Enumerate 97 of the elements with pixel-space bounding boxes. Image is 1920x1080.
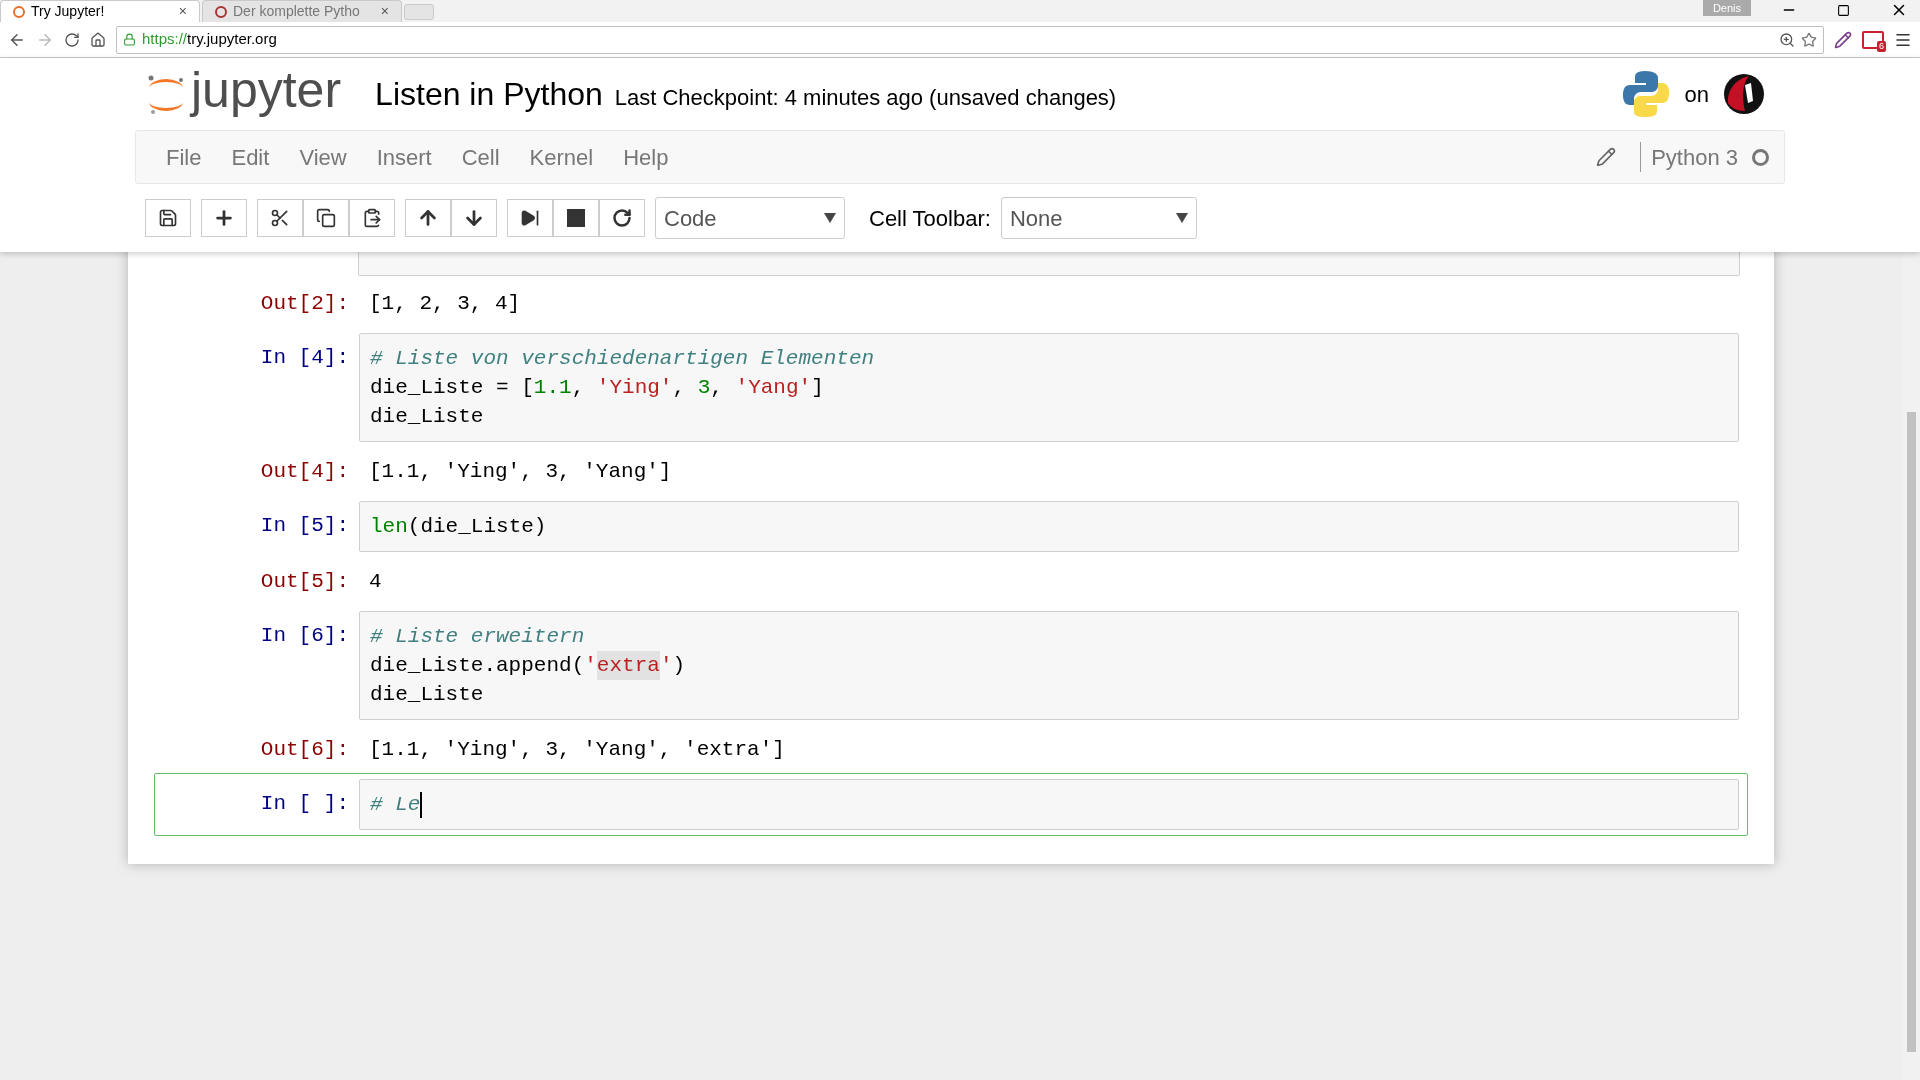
jupyter-logo-text: jupyter bbox=[191, 65, 342, 120]
output-prompt: Out[2]: bbox=[259, 291, 350, 317]
code-token: ' bbox=[584, 653, 597, 679]
code-editor[interactable]: # Le bbox=[359, 779, 1739, 830]
url-text: https://try.jupyter.org bbox=[142, 29, 278, 50]
code-token: 'Yang' bbox=[735, 375, 812, 401]
move-up-button[interactable] bbox=[405, 199, 451, 237]
tab-favicon-icon bbox=[215, 5, 227, 18]
checkpoint-status: Last Checkpoint: 4 minutes ago (unsaved changes) bbox=[614, 83, 1117, 112]
mail-extension-button[interactable]: 6 bbox=[1862, 30, 1884, 49]
input-prompt: In [5]: bbox=[259, 513, 350, 539]
input-prompt: In [6]: bbox=[259, 623, 350, 649]
menu-item[interactable]: View bbox=[284, 131, 362, 183]
save-button[interactable] bbox=[145, 199, 191, 237]
code-token: len bbox=[370, 514, 408, 540]
text-cursor bbox=[420, 792, 423, 818]
rackspace-logo-icon bbox=[1723, 73, 1765, 115]
cut-button[interactable] bbox=[257, 199, 303, 237]
cell-output: 4 bbox=[368, 569, 383, 595]
copy-icon bbox=[316, 208, 336, 228]
output-prompt: Out[4]: bbox=[259, 459, 350, 485]
code-editor[interactable]: len(die_Liste) bbox=[359, 501, 1739, 552]
code-editor[interactable]: # Liste von verschiedenartigen Elementen die_Liste = [1.1, 'Ying', 3, 'Yang'] die_Liste bbox=[359, 333, 1739, 442]
browser-tab[interactable]: Der komplette Pytho × bbox=[202, 0, 402, 22]
code-token: # Le bbox=[370, 792, 421, 818]
address-field[interactable]: https://try.jupyter.org bbox=[116, 25, 1824, 54]
output-prompt: Out[6]: bbox=[259, 737, 350, 763]
output-prompt: Out[5]: bbox=[259, 569, 350, 595]
scissors-icon bbox=[270, 208, 290, 228]
restart-button[interactable] bbox=[599, 199, 645, 237]
cell-toolbar-label: Cell Toolbar: bbox=[869, 204, 991, 233]
code-token: # Liste von verschiedenartigen Elementen bbox=[370, 346, 875, 372]
interrupt-button[interactable] bbox=[553, 199, 599, 237]
browser-tab[interactable]: Try Jupyter! × bbox=[0, 0, 200, 22]
tab-close[interactable]: × bbox=[178, 1, 187, 22]
code-token: # Liste erweitern bbox=[370, 624, 585, 650]
tab-title: Try Jupyter! bbox=[31, 2, 106, 21]
lock-icon bbox=[123, 33, 136, 46]
copy-button[interactable] bbox=[303, 199, 349, 237]
cell-output: [1, 2, 3, 4] bbox=[368, 291, 522, 317]
input-prompt: In [ ]: bbox=[259, 791, 350, 817]
on-label: on bbox=[1684, 80, 1709, 109]
code-token: 3 bbox=[697, 375, 711, 401]
code-token: 1.1 bbox=[533, 375, 572, 401]
code-token: ] bbox=[811, 375, 824, 401]
mail-badge: 6 bbox=[1877, 40, 1886, 52]
menu-item[interactable]: Help bbox=[608, 131, 684, 183]
home-icon[interactable] bbox=[90, 31, 106, 48]
code-token: die_Liste bbox=[370, 404, 484, 430]
python-logo-icon bbox=[1620, 69, 1671, 119]
step-forward-icon bbox=[520, 208, 540, 228]
run-button[interactable] bbox=[507, 199, 553, 237]
move-down-button[interactable] bbox=[451, 199, 497, 237]
code-token: , bbox=[710, 375, 724, 401]
code-token: die_Liste.append( bbox=[370, 653, 585, 679]
zoom-icon[interactable] bbox=[1779, 31, 1795, 48]
code-cell[interactable]: In [ ]: # Le bbox=[154, 773, 1748, 836]
caret-icon bbox=[1175, 213, 1188, 223]
select-value: None bbox=[1009, 204, 1063, 233]
code-token: 'Ying' bbox=[596, 375, 673, 401]
restore-icon[interactable] bbox=[1837, 4, 1850, 17]
reload-icon[interactable] bbox=[64, 31, 80, 48]
code-token: extra bbox=[596, 651, 660, 680]
tab-title: Der komplette Pytho bbox=[233, 2, 361, 21]
code-token: , bbox=[672, 375, 687, 401]
menu-item[interactable]: File bbox=[151, 131, 217, 183]
tab-close[interactable]: × bbox=[380, 1, 389, 22]
paste-icon bbox=[362, 208, 382, 228]
menu-item[interactable]: Kernel bbox=[514, 131, 609, 183]
bookmark-star-icon[interactable] bbox=[1801, 31, 1817, 48]
plus-icon bbox=[213, 207, 235, 229]
stop-icon bbox=[567, 209, 585, 227]
save-icon bbox=[158, 208, 178, 228]
paste-button[interactable] bbox=[349, 199, 395, 237]
cell-output: [1.1, 'Ying', 3, 'Yang'] bbox=[368, 459, 673, 485]
kernel-name[interactable]: Python 3 bbox=[1651, 140, 1738, 174]
insert-cell-button[interactable] bbox=[201, 199, 247, 237]
code-token: die_Liste = [ bbox=[370, 375, 534, 401]
code-token: , bbox=[571, 375, 586, 401]
code-editor[interactable]: # Liste erweitern die_Liste.append('extra') die_Liste bbox=[359, 611, 1739, 720]
tab-favicon-icon bbox=[13, 5, 25, 18]
cell-output: [1.1, 'Ying', 3, 'Yang', 'extra'] bbox=[368, 737, 786, 763]
menu-item[interactable]: Insert bbox=[361, 131, 447, 183]
input-prompt: In [4]: bbox=[259, 345, 350, 371]
cell-type-select[interactable]: Code bbox=[655, 197, 845, 239]
select-value: Code bbox=[664, 204, 717, 233]
restart-icon bbox=[612, 208, 632, 228]
menu-item[interactable]: Cell bbox=[446, 131, 515, 183]
code-token: ' bbox=[659, 653, 673, 679]
caret-icon bbox=[824, 213, 836, 223]
code-token: ) bbox=[672, 653, 686, 679]
code-token: die_Liste bbox=[370, 682, 484, 708]
notebook-title[interactable]: Listen in Python bbox=[375, 70, 603, 118]
edit-mode-icon bbox=[1596, 147, 1617, 167]
code-token: (die_Liste) bbox=[407, 514, 547, 540]
cell-toolbar-select[interactable]: None bbox=[1000, 197, 1197, 239]
menu-item[interactable]: Edit bbox=[216, 131, 285, 183]
